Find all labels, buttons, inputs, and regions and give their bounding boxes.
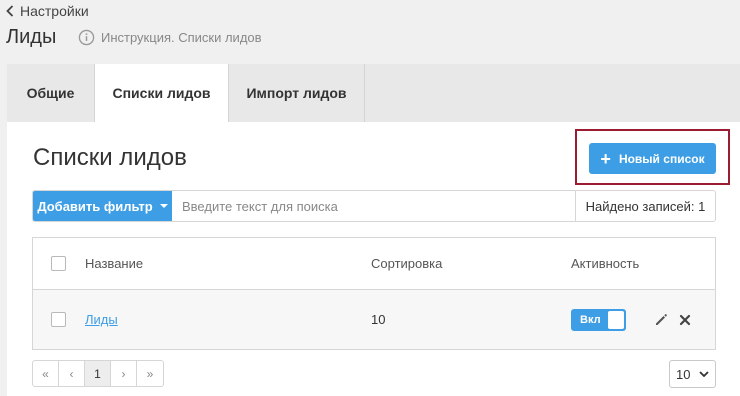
instruction-link[interactable]: Инструкция. Списки лидов [78,29,262,46]
pagination-last[interactable]: » [137,361,163,386]
filter-bar: Добавить фильтр Найдено записей: 1 [32,190,716,222]
per-page-value: 10 [676,366,691,382]
pagination-first[interactable]: « [33,361,59,386]
pagination-next[interactable]: › [111,361,137,386]
column-header-sort: Сортировка [371,256,443,271]
main-panel: Списки лидов + Новый список Добавить фил… [7,122,740,396]
toggle-label: Вкл [580,313,601,326]
column-header-name: Название [85,256,144,271]
row-checkbox[interactable] [51,312,66,327]
tab-general[interactable]: Общие [7,64,95,122]
chevron-left-icon [6,5,14,17]
back-link-settings[interactable]: Настройки [6,3,89,19]
lead-lists-table: Название Сортировка Активность Лиды 10 В… [32,237,716,350]
info-icon [78,29,95,46]
page-title: Лиды [6,26,57,48]
row-sort-value: 10 [371,312,386,327]
close-icon[interactable] [679,314,691,326]
new-list-label: Новый список [618,151,705,166]
tab-lead-lists[interactable]: Списки лидов [95,64,229,122]
records-found-count: Найдено записей: 1 [575,191,715,221]
tab-bar: Общие Списки лидов Импорт лидов [7,64,740,122]
section-title: Списки лидов [33,144,187,171]
caret-down-icon [159,204,168,208]
new-list-button[interactable]: + Новый список [589,143,716,174]
column-header-active: Активность [571,256,640,271]
pencil-icon[interactable] [654,313,668,327]
per-page-select[interactable]: 10 [669,360,716,388]
back-link-label: Настройки [20,3,89,19]
toggle-knob [608,310,624,329]
table-row: Лиды 10 Вкл [33,290,715,349]
pagination: « ‹ 1 › » [32,360,164,387]
pagination-prev[interactable]: ‹ [59,361,85,386]
search-input[interactable] [172,191,575,221]
pagination-current-page[interactable]: 1 [85,361,111,386]
plus-icon: + [600,148,611,169]
active-toggle[interactable]: Вкл [571,308,626,331]
tab-lead-import[interactable]: Импорт лидов [229,64,365,122]
select-all-checkbox[interactable] [51,256,66,271]
add-filter-button[interactable]: Добавить фильтр [33,191,172,221]
row-name-link[interactable]: Лиды [85,312,118,327]
chevron-down-icon [699,371,709,377]
instruction-label: Инструкция. Списки лидов [101,30,262,45]
table-header: Название Сортировка Активность [33,238,715,290]
add-filter-label: Добавить фильтр [37,198,153,214]
